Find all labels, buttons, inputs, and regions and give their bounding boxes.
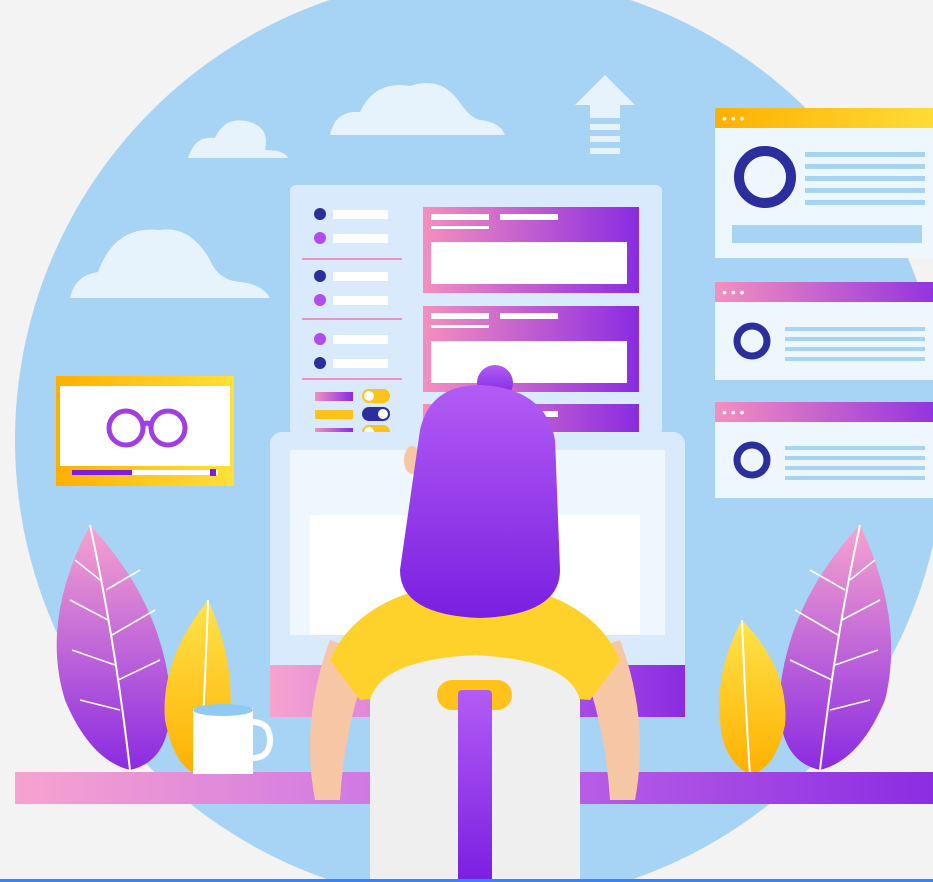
window-dots: • • • [722,284,745,300]
dashboard-window-3: • • • [715,402,933,498]
window-dots: • • • [722,110,745,126]
content-card [423,306,639,392]
dashboard-window-1: • • • [715,108,933,258]
dashboard-window-2: • • • [715,282,933,380]
content-card [423,207,639,293]
illustration-scene: • • • • • • • • • [0,0,933,882]
window-dots: • • • [722,404,745,420]
glasses-card [56,376,234,486]
